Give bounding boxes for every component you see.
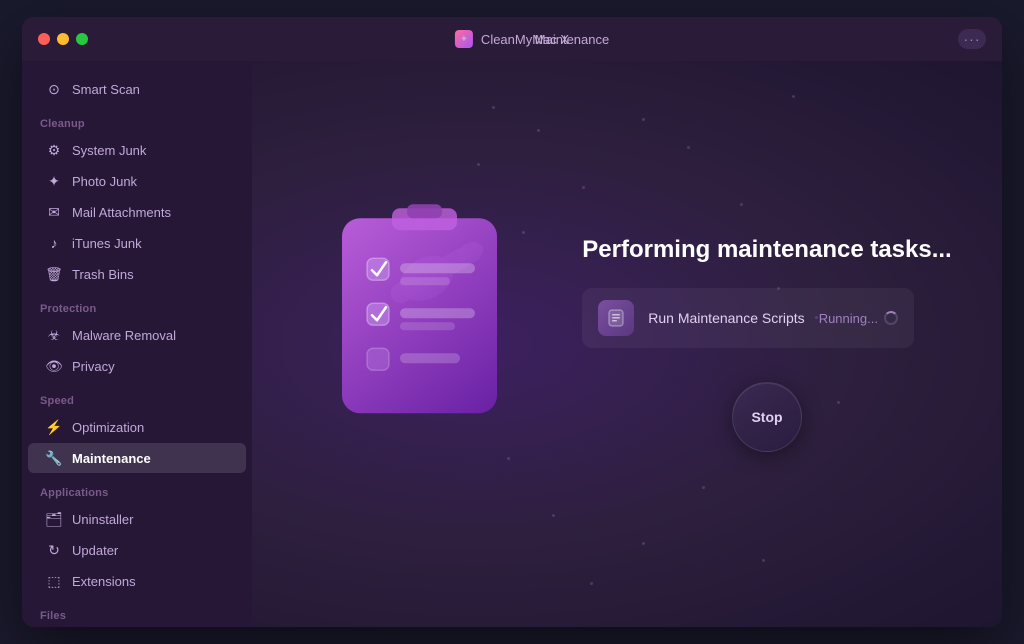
sidebar-section-files: Files [22, 600, 252, 626]
task-icon-wrap [598, 300, 634, 336]
more-button[interactable]: ··· [958, 29, 986, 49]
main-content: Performing maintenance tasks... Run Main… [252, 61, 1002, 627]
sidebar-item-smart-scan[interactable]: ⊙ Smart Scan [28, 74, 246, 104]
task-status: Running... [819, 311, 898, 326]
window-title: Maintenance [535, 32, 609, 47]
app-window: ✦ CleanMyMac X Maintenance ··· ⊙ Smart S… [22, 17, 1002, 627]
sidebar-item-label: Extensions [72, 574, 136, 589]
privacy-icon: 👁 [46, 358, 62, 374]
sidebar-section-protection: Protection [22, 293, 252, 319]
sidebar-item-privacy[interactable]: 👁 Privacy [28, 351, 246, 381]
optimization-icon: ⚡ [46, 419, 62, 435]
sidebar-item-label: Uninstaller [72, 512, 133, 527]
itunes-junk-icon: ♪ [46, 235, 62, 251]
sidebar-item-label: System Junk [72, 143, 146, 158]
task-item: Run Maintenance Scripts Running... [582, 288, 914, 348]
sidebar-item-label: Privacy [72, 359, 115, 374]
sidebar-item-label: Mail Attachments [72, 205, 171, 220]
sidebar-item-optimization[interactable]: ⚡ Optimization [28, 412, 246, 442]
sidebar-item-system-junk[interactable]: ⚙ System Junk [28, 135, 246, 165]
sidebar-item-label: Updater [72, 543, 118, 558]
task-icon [606, 308, 626, 328]
app-icon: ✦ [455, 30, 473, 48]
sidebar-item-trash-bins[interactable]: 🗑 Trash Bins [28, 259, 246, 289]
loading-spinner [884, 311, 898, 325]
updater-icon: ↻ [46, 542, 62, 558]
sidebar-section-cleanup: Cleanup [22, 108, 252, 134]
sidebar-item-extensions[interactable]: ⬚ Extensions [28, 566, 246, 596]
task-status-text: Running... [819, 311, 878, 326]
sidebar-item-mail-attachments[interactable]: ✉ Mail Attachments [28, 197, 246, 227]
sidebar-section-speed: Speed [22, 385, 252, 411]
sidebar-item-updater[interactable]: ↻ Updater [28, 535, 246, 565]
stop-button[interactable]: Stop [732, 382, 802, 452]
photo-junk-icon: ✦ [46, 173, 62, 189]
sidebar-item-uninstaller[interactable]: 🗂 Uninstaller [28, 504, 246, 534]
traffic-lights [38, 33, 88, 45]
sidebar-item-itunes-junk[interactable]: ♪ iTunes Junk [28, 228, 246, 258]
mail-attachments-icon: ✉ [46, 204, 62, 220]
extensions-icon: ⬚ [46, 573, 62, 589]
system-junk-icon: ⚙ [46, 142, 62, 158]
close-button[interactable] [38, 33, 50, 45]
task-label: Run Maintenance Scripts [648, 310, 804, 326]
trash-bins-icon: 🗑 [46, 266, 62, 282]
maintenance-illustration [312, 198, 552, 463]
sidebar-item-malware-removal[interactable]: ☣ Malware Removal [28, 320, 246, 350]
uninstaller-icon: 🗂 [46, 511, 62, 527]
sidebar-item-label: Smart Scan [72, 82, 140, 97]
sidebar: ⊙ Smart Scan Cleanup ⚙ System Junk ✦ Pho… [22, 61, 252, 627]
sidebar-item-label: Optimization [72, 420, 144, 435]
sidebar-item-photo-junk[interactable]: ✦ Photo Junk [28, 166, 246, 196]
sidebar-item-maintenance[interactable]: 🔧 Maintenance [28, 443, 246, 473]
smart-scan-icon: ⊙ [46, 81, 62, 97]
sidebar-item-label: iTunes Junk [72, 236, 142, 251]
minimize-button[interactable] [57, 33, 69, 45]
content-area: ⊙ Smart Scan Cleanup ⚙ System Junk ✦ Pho… [22, 61, 1002, 627]
maximize-button[interactable] [76, 33, 88, 45]
sidebar-section-applications: Applications [22, 477, 252, 503]
sidebar-item-label: Maintenance [72, 451, 151, 466]
sidebar-item-label: Photo Junk [72, 174, 137, 189]
main-heading: Performing maintenance tasks... [582, 236, 951, 264]
malware-removal-icon: ☣ [46, 327, 62, 343]
right-panel: Performing maintenance tasks... Run Main… [582, 236, 951, 452]
maintenance-icon: 🔧 [46, 450, 62, 466]
titlebar: ✦ CleanMyMac X Maintenance ··· [22, 17, 1002, 61]
sidebar-item-label: Malware Removal [72, 328, 176, 343]
sidebar-item-label: Trash Bins [72, 267, 134, 282]
